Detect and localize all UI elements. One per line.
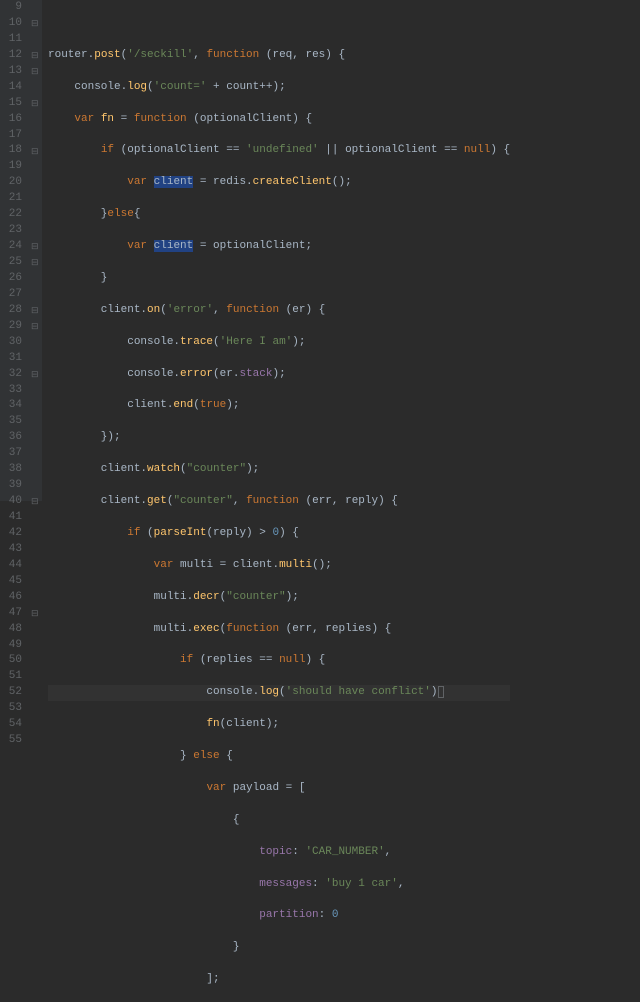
line-number: 17 xyxy=(4,128,22,144)
code-editor[interactable]: router.post('/seckill', function (req, r… xyxy=(42,0,510,501)
line-number: 40 xyxy=(4,494,22,510)
line-number: 31 xyxy=(4,351,22,367)
fold-toggle-icon[interactable]: ⊟ xyxy=(31,321,39,334)
line-number: 51 xyxy=(4,669,22,685)
code-line: { xyxy=(48,813,510,829)
line-number: 21 xyxy=(4,191,22,207)
line-number: 16 xyxy=(4,112,22,128)
line-number: 55 xyxy=(4,733,22,749)
line-number: 20 xyxy=(4,175,22,191)
fold-toggle-icon[interactable]: ⊟ xyxy=(31,66,39,79)
fold-toggle-icon[interactable]: ⊟ xyxy=(31,305,39,318)
line-number: 15 xyxy=(4,96,22,112)
line-number: 34 xyxy=(4,398,22,414)
code-line: var payload = [ xyxy=(48,781,510,797)
code-line: var client = redis.createClient(); xyxy=(48,175,510,191)
line-number: 43 xyxy=(4,542,22,558)
code-line: fn(client); xyxy=(48,717,510,733)
code-line: } xyxy=(48,940,510,956)
fold-column: ⊟⊟⊟⊟⊟⊟⊟⊟⊟⊟⊟⊟ xyxy=(30,0,42,501)
line-number: 50 xyxy=(4,653,22,669)
line-number: 14 xyxy=(4,80,22,96)
line-number-gutter: 9101112131415161718192021222324252627282… xyxy=(0,0,30,501)
code-line xyxy=(48,16,510,32)
code-line: if (replies == null) { xyxy=(48,653,510,669)
line-number: 48 xyxy=(4,622,22,638)
code-line: var multi = client.multi(); xyxy=(48,558,510,574)
line-number: 12 xyxy=(4,48,22,64)
code-line: ]; xyxy=(48,972,510,988)
line-number: 32 xyxy=(4,367,22,383)
line-number: 36 xyxy=(4,430,22,446)
code-line: partition: 0 xyxy=(48,908,510,924)
line-number: 29 xyxy=(4,319,22,335)
line-number: 37 xyxy=(4,446,22,462)
code-line: } xyxy=(48,271,510,287)
code-line: }else{ xyxy=(48,207,510,223)
line-number: 22 xyxy=(4,207,22,223)
line-number: 18 xyxy=(4,143,22,159)
code-line: multi.exec(function (err, replies) { xyxy=(48,622,510,638)
fold-toggle-icon[interactable]: ⊟ xyxy=(31,50,39,63)
code-line: var fn = function (optionalClient) { xyxy=(48,112,510,128)
line-number: 38 xyxy=(4,462,22,478)
code-line: var client = optionalClient; xyxy=(48,239,510,255)
line-number: 47 xyxy=(4,606,22,622)
line-number: 26 xyxy=(4,271,22,287)
code-line: client.get("counter", function (err, rep… xyxy=(48,494,510,510)
fold-toggle-icon[interactable]: ⊟ xyxy=(31,241,39,254)
line-number: 42 xyxy=(4,526,22,542)
line-number: 30 xyxy=(4,335,22,351)
line-number: 9 xyxy=(4,0,22,16)
line-number: 49 xyxy=(4,638,22,654)
line-number: 54 xyxy=(4,717,22,733)
fold-toggle-icon[interactable]: ⊟ xyxy=(31,146,39,159)
caret-icon xyxy=(438,686,445,698)
fold-toggle-icon[interactable]: ⊟ xyxy=(31,18,39,31)
line-number: 45 xyxy=(4,574,22,590)
code-line: console.log('count=' + count++); xyxy=(48,80,510,96)
line-number: 35 xyxy=(4,414,22,430)
fold-toggle-icon[interactable]: ⊟ xyxy=(31,257,39,270)
line-number: 25 xyxy=(4,255,22,271)
fold-toggle-icon[interactable]: ⊟ xyxy=(31,98,39,111)
line-number: 41 xyxy=(4,510,22,526)
line-number: 13 xyxy=(4,64,22,80)
line-number: 52 xyxy=(4,685,22,701)
line-number: 28 xyxy=(4,303,22,319)
code-line: client.on('error', function (er) { xyxy=(48,303,510,319)
code-line: } else { xyxy=(48,749,510,765)
line-number: 44 xyxy=(4,558,22,574)
code-line: router.post('/seckill', function (req, r… xyxy=(48,48,510,64)
code-line: console.error(er.stack); xyxy=(48,367,510,383)
line-number: 19 xyxy=(4,159,22,175)
line-number: 39 xyxy=(4,478,22,494)
fold-toggle-icon[interactable]: ⊟ xyxy=(31,369,39,382)
line-number: 33 xyxy=(4,383,22,399)
line-number: 23 xyxy=(4,223,22,239)
code-line: }); xyxy=(48,430,510,446)
fold-toggle-icon[interactable]: ⊟ xyxy=(31,496,39,509)
code-line: messages: 'buy 1 car', xyxy=(48,877,510,893)
line-number: 24 xyxy=(4,239,22,255)
line-number: 27 xyxy=(4,287,22,303)
code-line-active: console.log('should have conflict') xyxy=(48,685,510,701)
code-line: client.end(true); xyxy=(48,398,510,414)
code-line: if (optionalClient == 'undefined' || opt… xyxy=(48,143,510,159)
line-number: 10 xyxy=(4,16,22,32)
code-line: console.trace('Here I am'); xyxy=(48,335,510,351)
line-number: 11 xyxy=(4,32,22,48)
code-line: multi.decr("counter"); xyxy=(48,590,510,606)
code-line: topic: 'CAR_NUMBER', xyxy=(48,845,510,861)
line-number: 53 xyxy=(4,701,22,717)
fold-toggle-icon[interactable]: ⊟ xyxy=(31,608,39,621)
code-line: client.watch("counter"); xyxy=(48,462,510,478)
code-line: if (parseInt(reply) > 0) { xyxy=(48,526,510,542)
line-number: 46 xyxy=(4,590,22,606)
